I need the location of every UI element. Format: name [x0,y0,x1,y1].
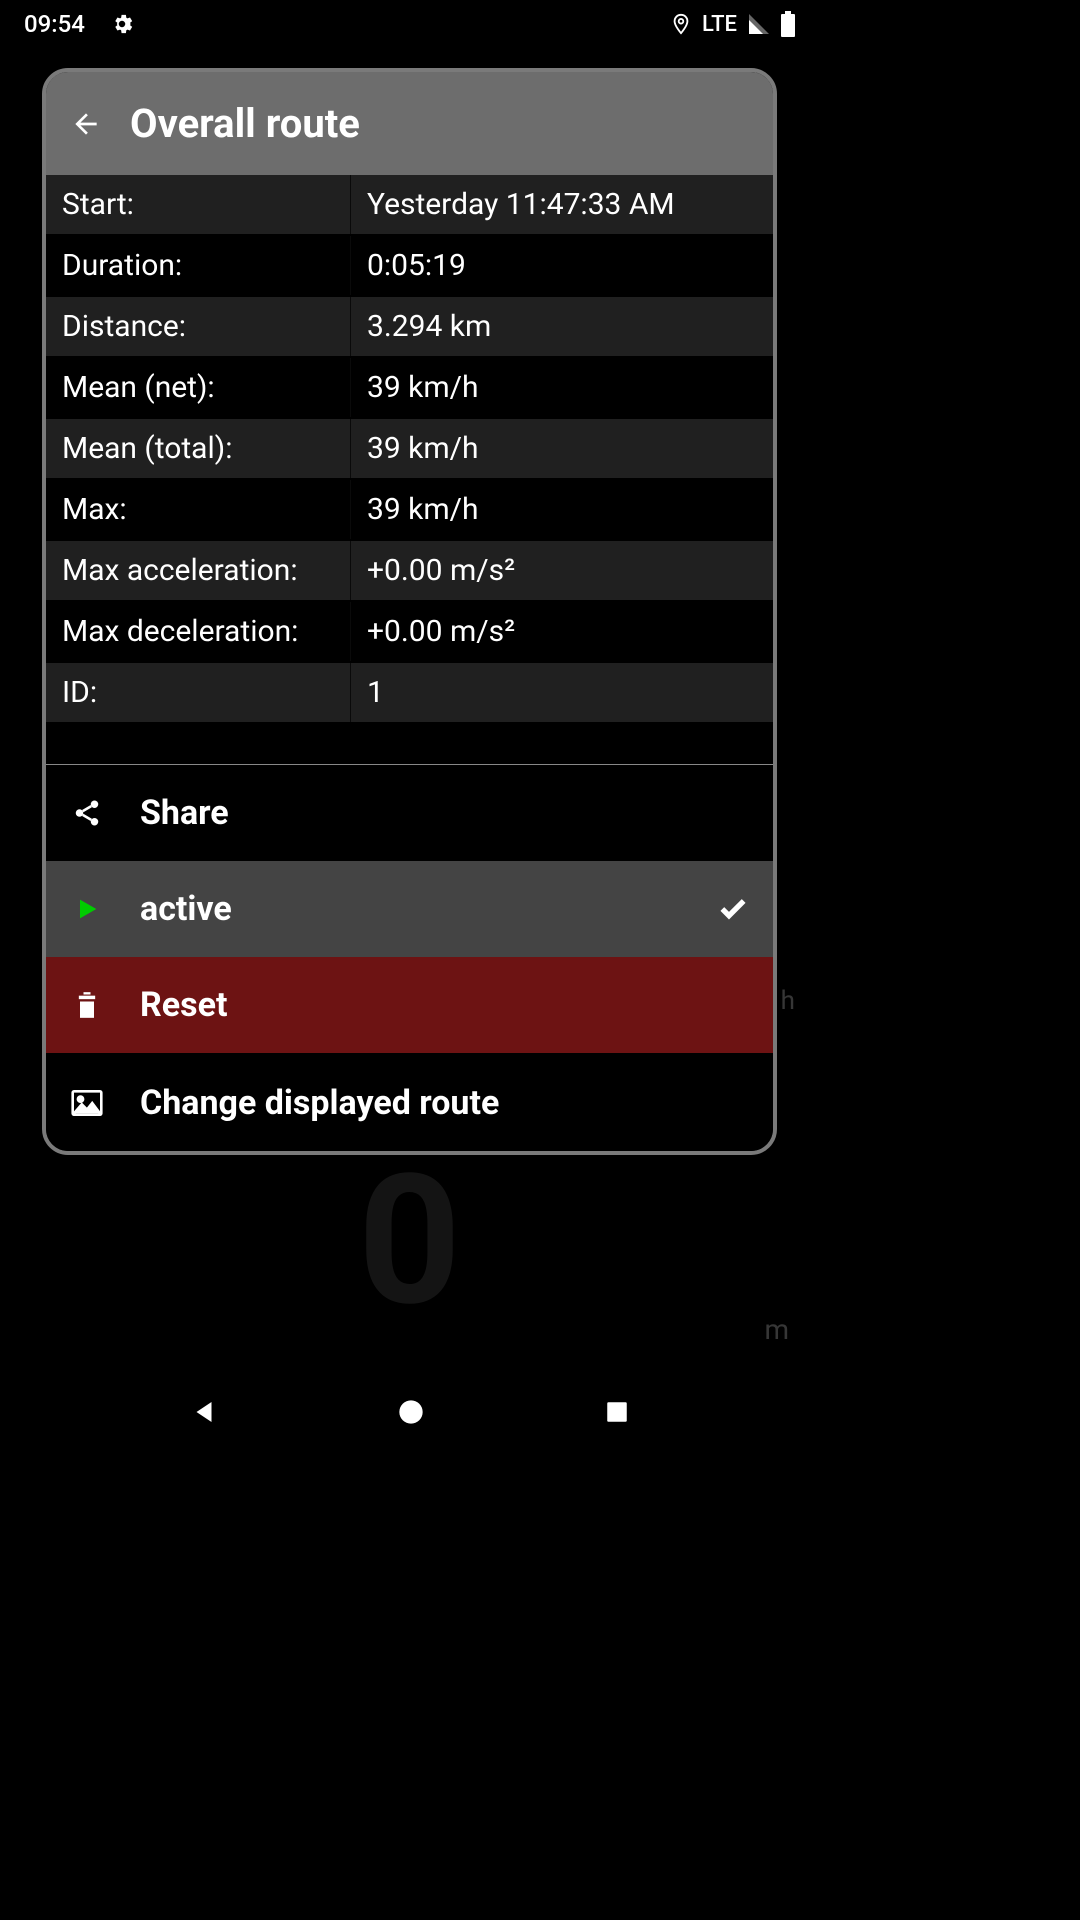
status-bar: 09:54 LTE [0,0,819,48]
active-button[interactable]: active [46,861,773,957]
network-label: LTE [702,12,737,37]
play-icon [70,895,104,923]
stat-value: 39 km/h [351,480,773,539]
stat-row-mean-total: Mean (total): 39 km/h [46,419,773,480]
gear-icon[interactable] [109,11,135,37]
stat-value: 39 km/h [351,358,773,417]
stat-row-max: Max: 39 km/h [46,480,773,541]
reset-button[interactable]: Reset [46,957,773,1055]
stat-row-duration: Duration: 0:05:19 [46,236,773,297]
bg-speed-value: 0 [358,1135,461,1346]
nav-bar [0,1368,819,1456]
reset-label: Reset [140,985,749,1025]
stat-value: +0.00 m/s² [351,602,773,661]
route-dialog: Overall route Start: Yesterday 11:47:33 … [42,68,777,1155]
stat-row-distance: Distance: 3.294 km [46,297,773,358]
stat-label: Distance: [46,297,351,356]
share-icon [70,798,104,828]
stat-label: Mean (total): [46,419,351,478]
stat-row-max-accel: Max acceleration: +0.00 m/s² [46,541,773,602]
stat-label: Mean (net): [46,358,351,417]
stat-value: +0.00 m/s² [351,541,773,600]
stat-label: Duration: [46,236,351,295]
stat-row-id: ID: 1 [46,663,773,724]
share-button[interactable]: Share [46,765,773,861]
nav-home-icon[interactable] [397,1398,425,1426]
active-label: active [140,889,681,929]
back-icon[interactable] [70,108,102,140]
stat-value: Yesterday 11:47:33 AM [351,175,773,234]
location-icon [670,10,692,38]
stat-value: 1 [351,663,773,722]
bg-unit-m: m [764,1313,789,1346]
share-label: Share [140,793,749,833]
nav-back-icon[interactable] [189,1397,219,1427]
stat-label: Max acceleration: [46,541,351,600]
stat-label: Start: [46,175,351,234]
nav-recent-icon[interactable] [604,1399,630,1425]
stat-label: ID: [46,663,351,722]
status-time: 09:54 [24,10,85,38]
stat-row-mean-net: Mean (net): 39 km/h [46,358,773,419]
change-route-label: Change displayed route [140,1083,749,1123]
stat-value: 3.294 km [351,297,773,356]
stat-label: Max: [46,480,351,539]
battery-icon [781,11,795,37]
stat-row-start: Start: Yesterday 11:47:33 AM [46,175,773,236]
trash-icon [70,990,104,1020]
change-route-button[interactable]: Change displayed route [46,1055,773,1151]
bg-unit-h: h [781,986,795,1016]
stats-table: Start: Yesterday 11:47:33 AM Duration: 0… [46,175,773,724]
dialog-header: Overall route [46,72,773,175]
check-icon [717,893,749,925]
stat-row-max-decel: Max deceleration: +0.00 m/s² [46,602,773,663]
signal-icon [747,12,771,36]
status-right: LTE [670,10,795,38]
stat-label: Max deceleration: [46,602,351,661]
stat-value: 0:05:19 [351,236,773,295]
image-icon [70,1090,104,1116]
stat-value: 39 km/h [351,419,773,478]
dialog-title: Overall route [130,100,360,147]
status-left: 09:54 [24,10,135,38]
